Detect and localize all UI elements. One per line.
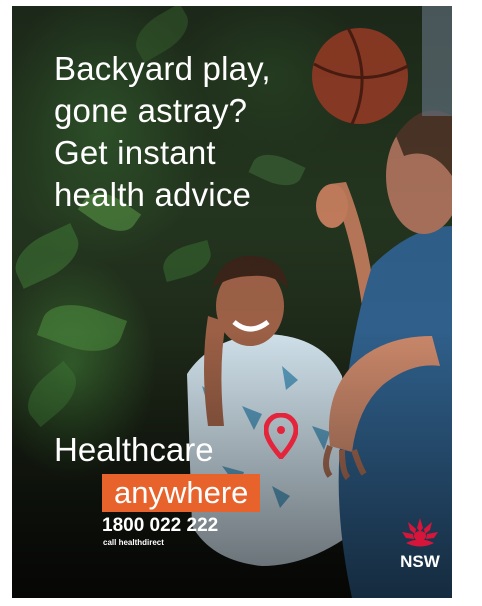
brand-anywhere-badge: anywhere bbox=[102, 474, 261, 512]
nsw-logo: NSW bbox=[394, 516, 446, 580]
waratah-icon bbox=[402, 518, 438, 547]
headline-line: Get instant bbox=[54, 134, 216, 171]
ad-poster: Backyard play, gone astray? Get instant … bbox=[12, 6, 452, 598]
location-pin-icon bbox=[264, 413, 298, 459]
phone-caption: call healthdirect bbox=[103, 538, 164, 547]
headline-line: Backyard play, bbox=[54, 50, 271, 87]
headline-line: gone astray? bbox=[54, 92, 248, 129]
nsw-logo-text: NSW bbox=[400, 552, 440, 571]
headline-line: health advice bbox=[54, 176, 252, 213]
phone-number: 1800 022 222 bbox=[102, 515, 219, 536]
brand-healthcare: Healthcare bbox=[54, 431, 214, 468]
headline: Backyard play, gone astray? Get instant … bbox=[54, 48, 324, 216]
